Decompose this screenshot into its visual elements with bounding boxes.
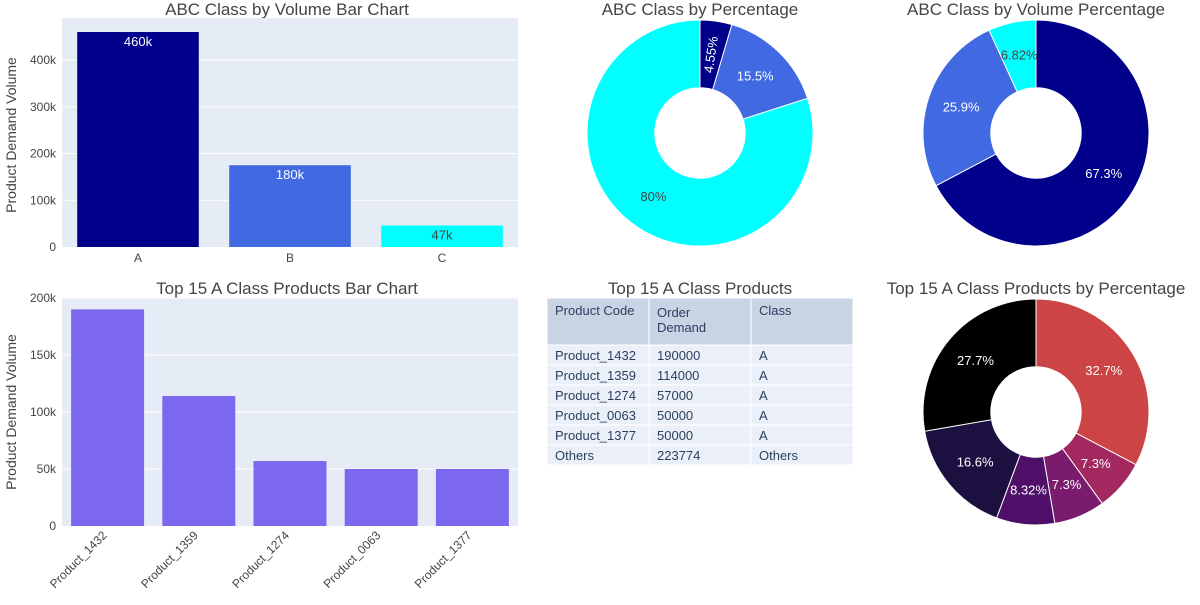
x-tick-label: B <box>286 251 294 265</box>
donut-slice-label: 7.3% <box>1081 456 1111 471</box>
y-axis-label-volume: Product Demand Volume <box>3 57 19 213</box>
class-percentage-donut: 4.55%15.5%80% <box>586 19 814 247</box>
top15-percentage-donut: 32.7% 7.3% 7.3% 8.32% 16.6% 27.7% <box>922 298 1150 526</box>
table-cell-text: 190000 <box>657 348 700 363</box>
x-tick-label: Product_1377 <box>412 528 475 591</box>
table-cell-text: A <box>759 388 768 403</box>
donut-slice-label: 32.7% <box>1085 363 1122 378</box>
chart-title-top15-bar: Top 15 A Class Products Bar Chart <box>156 279 418 298</box>
bar-product_1274[interactable] <box>253 461 327 526</box>
volume-percentage-donut: 67.3% 25.9% 6.82% <box>922 19 1150 247</box>
y-tick-label: 200k <box>30 291 57 305</box>
table-cell-text: A <box>759 368 768 383</box>
chart-title-volume-pct: ABC Class by Volume Percentage <box>907 0 1165 19</box>
table-cell-text: Product_1359 <box>555 368 636 383</box>
x-tick-label: A <box>134 251 142 265</box>
donut-slice[interactable] <box>1035 298 1150 466</box>
table-cell-text: 50000 <box>657 408 693 423</box>
table-cell-text: 50000 <box>657 428 693 443</box>
bar-a[interactable] <box>77 32 199 247</box>
y-axis-label-top15: Product Demand Volume <box>3 334 19 490</box>
bar-data-label: 47k <box>432 228 453 243</box>
x-tick-label: Product_1359 <box>138 528 201 591</box>
table-cell-text: 114000 <box>657 368 699 383</box>
bar-product_1432[interactable] <box>71 309 145 526</box>
table-header-label: Class <box>759 303 792 318</box>
donut-slice-label: 67.3% <box>1085 166 1122 181</box>
x-tick-label: C <box>438 251 447 265</box>
donut-slice-label: 25.9% <box>943 99 980 114</box>
y-tick-label: 200k <box>30 147 57 161</box>
y-tick-label: 0 <box>49 240 56 254</box>
chart-title-class-pct: ABC Class by Percentage <box>602 0 799 19</box>
y-tick-label: 50k <box>37 462 57 476</box>
donut-slice-label: 7.3% <box>1052 477 1082 492</box>
volume-bar-chart: 0 100k 200k 300k 400k 460k A 180k B 47k C <box>30 18 518 265</box>
y-tick-label: 100k <box>30 405 57 419</box>
y-tick-label: 150k <box>30 348 57 362</box>
table-header-label: Product Code <box>555 303 635 318</box>
chart-title-top15-pct: Top 15 A Class Products by Percentage <box>887 279 1186 298</box>
donut-slice-label: 16.6% <box>957 455 994 470</box>
top15-table: Product Code OrderDemand Class Product_1432… <box>546 297 854 466</box>
donut-slice-label: 6.82% <box>1001 48 1038 63</box>
table-cell-text: A <box>759 408 768 423</box>
table-cell-text: 223774 <box>657 448 700 463</box>
y-tick-label: 300k <box>30 100 57 114</box>
table-header-label: Demand <box>657 320 706 335</box>
top15-bar-chart: 0 50k 100k 150k 200k Product_1432 Product_1359… <box>30 291 518 591</box>
table-title-top15: Top 15 A Class Products <box>608 279 792 298</box>
table-cell-text: 57000 <box>657 388 693 403</box>
table-header-label: Order <box>657 305 691 320</box>
donut-slice-label: 15.5% <box>737 68 774 83</box>
y-tick-label: 400k <box>30 53 57 67</box>
dashboard-canvas: ABC Class by Volume Bar Chart ABC Class … <box>3 0 1186 591</box>
bar-data-label: 180k <box>276 167 305 182</box>
table-cell-text: Others <box>759 448 799 463</box>
table-cell-text: Product_1432 <box>555 348 636 363</box>
table-cell-text: Product_0063 <box>555 408 636 423</box>
x-tick-label: Product_1274 <box>229 528 292 591</box>
y-tick-label: 0 <box>49 519 56 533</box>
chart-title-volume-bar: ABC Class by Volume Bar Chart <box>165 0 409 19</box>
bar-data-label: 460k <box>124 34 153 49</box>
y-tick-label: 100k <box>30 193 57 207</box>
donut-slice-label: 27.7% <box>957 353 994 368</box>
donut-slice-label: 8.32% <box>1010 483 1047 498</box>
table-cell-text: Others <box>555 448 595 463</box>
table-cell-text: Product_1274 <box>555 388 636 403</box>
bar-product_0063[interactable] <box>344 469 418 526</box>
x-tick-label: Product_1432 <box>47 528 110 591</box>
bar-product_1377[interactable] <box>435 469 509 526</box>
x-tick-label: Product_0063 <box>321 528 384 591</box>
donut-slice-label: 80% <box>640 189 666 204</box>
table-cell-text: A <box>759 428 768 443</box>
bar-product_1359[interactable] <box>162 396 236 526</box>
table-cell-text: Product_1377 <box>555 428 636 443</box>
table-cell-text: A <box>759 348 768 363</box>
